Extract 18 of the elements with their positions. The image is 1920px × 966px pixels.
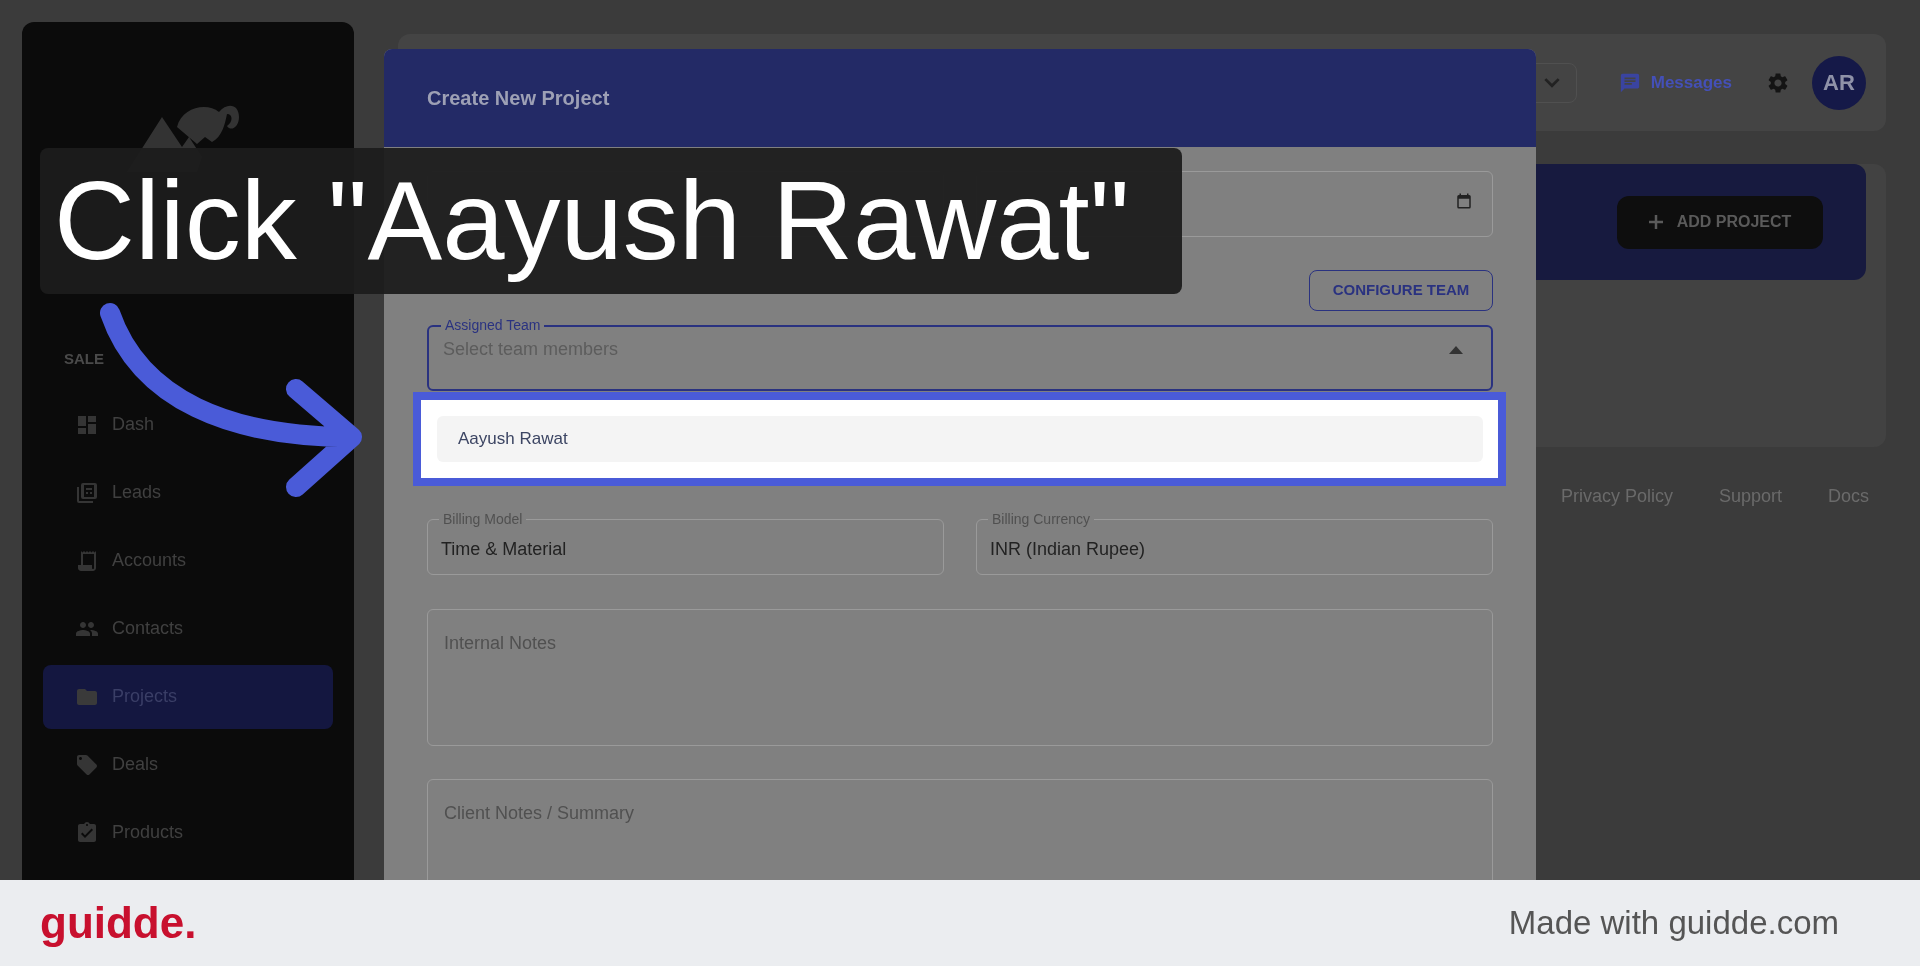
tag-icon (75, 752, 99, 777)
clipboard-icon (75, 820, 99, 845)
credit-text: Made with guidde.com (1508, 903, 1840, 944)
calendar-icon[interactable] (1455, 192, 1473, 210)
messages-button[interactable]: Messages (1618, 69, 1732, 96)
caption-text: Click "Aayush Rawat" (54, 156, 1130, 285)
brand-logo: guidde. (40, 897, 197, 949)
calculator-icon (75, 480, 99, 505)
configure-team-button[interactable]: CONFIGURE TEAM (1309, 270, 1493, 311)
receipt-icon (75, 548, 99, 573)
dropdown-option[interactable]: Aayush Rawat (437, 416, 1483, 462)
avatar[interactable]: AR (1812, 55, 1866, 110)
add-project-button[interactable]: ADD PROJECT (1617, 195, 1823, 249)
chevron-down-icon (1543, 77, 1560, 88)
modal-title: Create New Project (427, 86, 610, 111)
chat-icon (1618, 71, 1641, 94)
plus-icon (1648, 215, 1663, 229)
section-heading: SALE (64, 349, 104, 369)
